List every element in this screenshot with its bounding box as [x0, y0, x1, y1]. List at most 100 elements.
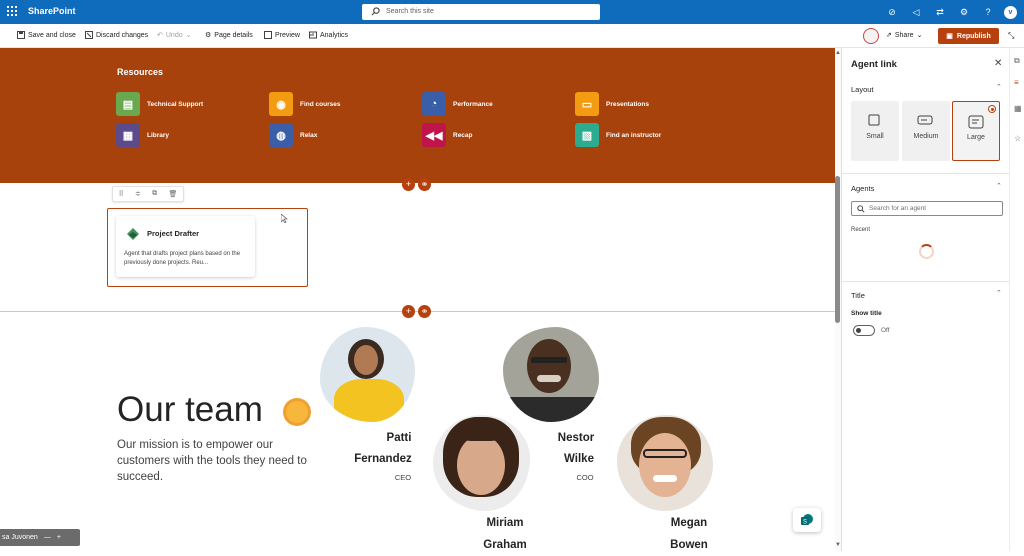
- quick-link-label: Find courses: [300, 100, 341, 108]
- quick-link-label: Find an instructor: [606, 131, 662, 139]
- quick-link-presentations[interactable]: ▭ Presentations: [575, 92, 649, 116]
- location-icon: ◉: [269, 92, 293, 116]
- layout-section-label[interactable]: Layout: [851, 85, 874, 94]
- quick-link-relax[interactable]: ◍ Relax: [269, 123, 317, 147]
- save-and-close-label: Save and close: [28, 31, 76, 39]
- member-role: CEO: [394, 473, 412, 482]
- add-section-button[interactable]: +: [402, 178, 415, 191]
- help-icon[interactable]: ?: [976, 0, 1000, 24]
- small-layout-icon: [868, 114, 880, 126]
- properties-icon[interactable]: ≡: [1014, 78, 1019, 87]
- profile-avatar[interactable]: [863, 28, 879, 44]
- agent-description: Agent that drafts project plans based on…: [124, 251, 241, 266]
- sharepoint-app-icon[interactable]: S: [793, 508, 821, 532]
- member-role: COO: [576, 473, 594, 482]
- layout-option-large[interactable]: Large: [952, 101, 1000, 161]
- user-chip-name: sa Juvonen: [2, 534, 38, 541]
- chevron-up-icon[interactable]: ⌃: [996, 182, 1002, 190]
- section-link-icon[interactable]: ⚭: [418, 178, 431, 191]
- chevron-up-icon[interactable]: ⌃: [996, 83, 1002, 91]
- chat-icon: ▤: [116, 92, 140, 116]
- gear-icon: ⚙: [205, 32, 212, 39]
- preview-label: Preview: [275, 31, 300, 39]
- drag-handle-icon[interactable]: ⠿: [119, 190, 124, 198]
- app-launcher-icon[interactable]: [7, 6, 17, 16]
- copilot-icon[interactable]: ⊘: [880, 0, 904, 24]
- quick-link-label: Library: [147, 131, 170, 139]
- layout-option-small[interactable]: Small: [851, 101, 899, 161]
- document-icon: ▧: [575, 123, 599, 147]
- recent-label: Recent: [851, 227, 871, 233]
- share-button[interactable]: ⇗ Share ⌄: [886, 31, 922, 40]
- command-bar: Save and close Discard changes ↶ Undo ⌄ …: [0, 24, 1024, 48]
- collapse-icon[interactable]: ⤡: [1008, 31, 1014, 41]
- quick-link-find-courses[interactable]: ◉ Find courses: [269, 92, 340, 116]
- resources-section: Resources ▤ Technical Support ◉ Find cou…: [0, 48, 835, 183]
- section-link-icon[interactable]: ⚭: [418, 305, 431, 318]
- user-presence-chip[interactable]: sa Juvonen — +: [0, 529, 80, 546]
- agent-search-input[interactable]: Search for an agent: [851, 201, 1003, 216]
- plus-icon[interactable]: +: [57, 534, 61, 541]
- undo-label: Undo: [165, 31, 183, 39]
- layout-option-label: Medium: [913, 133, 939, 140]
- save-and-close-button[interactable]: Save and close: [17, 31, 76, 39]
- edit-properties-icon[interactable]: ≑: [135, 190, 141, 198]
- agent-link-panel: Agent link ✕ Layout ⌃ Small Medium Large…: [841, 48, 1010, 551]
- layout-option-medium[interactable]: Medium: [902, 101, 950, 161]
- page-details-button[interactable]: ⚙ Page details: [205, 31, 253, 40]
- preview-button[interactable]: Preview: [264, 31, 300, 39]
- app-name[interactable]: SharePoint: [28, 6, 76, 16]
- discard-changes-button[interactable]: Discard changes: [85, 31, 148, 39]
- settings-icon[interactable]: ⚙: [952, 0, 976, 24]
- suite-bar: SharePoint Search this site ⊘ ◁ ⇄ ⚙ ? v: [0, 0, 1024, 24]
- agent-search-placeholder: Search for an agent: [869, 205, 927, 212]
- quick-link-label: Performance: [453, 100, 493, 108]
- republish-button[interactable]: ▣ Republish: [938, 28, 999, 44]
- layout-option-label: Large: [967, 134, 985, 141]
- scrollbar-thumb[interactable]: [835, 176, 840, 323]
- quick-link-performance[interactable]: ◔ Performance: [422, 92, 493, 116]
- share-network-icon[interactable]: ⇄: [928, 0, 952, 24]
- chevron-up-icon[interactable]: ⌃: [996, 289, 1002, 297]
- search-icon: [857, 205, 865, 213]
- show-title-label: Show title: [851, 310, 882, 317]
- panel-title: Agent link: [851, 59, 897, 70]
- undo-icon: ↶: [157, 32, 163, 39]
- analytics-button[interactable]: Analytics: [309, 31, 348, 39]
- rewind-icon: ◀◀: [422, 123, 446, 147]
- quick-link-find-instructor[interactable]: ▧ Find an instructor: [575, 123, 661, 147]
- gauge-icon: ◔: [422, 92, 446, 116]
- quick-link-label: Recap: [453, 131, 473, 139]
- analytics-label: Analytics: [320, 31, 349, 39]
- search-icon: [371, 7, 380, 16]
- quick-link-recap[interactable]: ◀◀ Recap: [422, 123, 473, 147]
- svg-text:S: S: [803, 520, 807, 526]
- save-icon: [17, 31, 25, 39]
- show-title-toggle[interactable]: [853, 325, 875, 336]
- large-layout-icon: [968, 115, 984, 129]
- account-avatar[interactable]: v: [1000, 0, 1024, 24]
- quick-link-library[interactable]: ▦ Library: [116, 123, 169, 147]
- site-search-input[interactable]: Search this site: [362, 4, 600, 20]
- close-icon[interactable]: ✕: [994, 58, 1002, 69]
- quick-link-technical-support[interactable]: ▤ Technical Support: [116, 92, 203, 116]
- analytics-icon: [309, 31, 317, 39]
- selected-radio-icon: [988, 105, 996, 113]
- ideas-icon[interactable]: ☆: [1014, 134, 1021, 143]
- add-section-button[interactable]: +: [402, 305, 415, 318]
- republish-label: Republish: [956, 32, 991, 40]
- delete-icon[interactable]: 🗑: [168, 190, 177, 198]
- chevron-down-icon[interactable]: ⌄: [186, 31, 192, 39]
- agent-card[interactable]: Project Drafter Agent that drafts projec…: [116, 216, 255, 277]
- title-section-label[interactable]: Title: [851, 291, 865, 300]
- minus-icon[interactable]: —: [44, 534, 51, 541]
- member-first-name: Miriam: [486, 517, 524, 529]
- agent-logo-icon: [127, 228, 139, 240]
- gamepad-icon: ◍: [269, 123, 293, 147]
- agents-section-label[interactable]: Agents: [851, 184, 874, 193]
- pages-icon[interactable]: ⧉: [1014, 56, 1020, 66]
- megaphone-icon[interactable]: ◁: [904, 0, 928, 24]
- design-icon[interactable]: ▦: [1014, 104, 1022, 113]
- undo-button[interactable]: ↶ Undo ⌄: [157, 31, 192, 40]
- duplicate-icon[interactable]: ⧉: [152, 190, 157, 198]
